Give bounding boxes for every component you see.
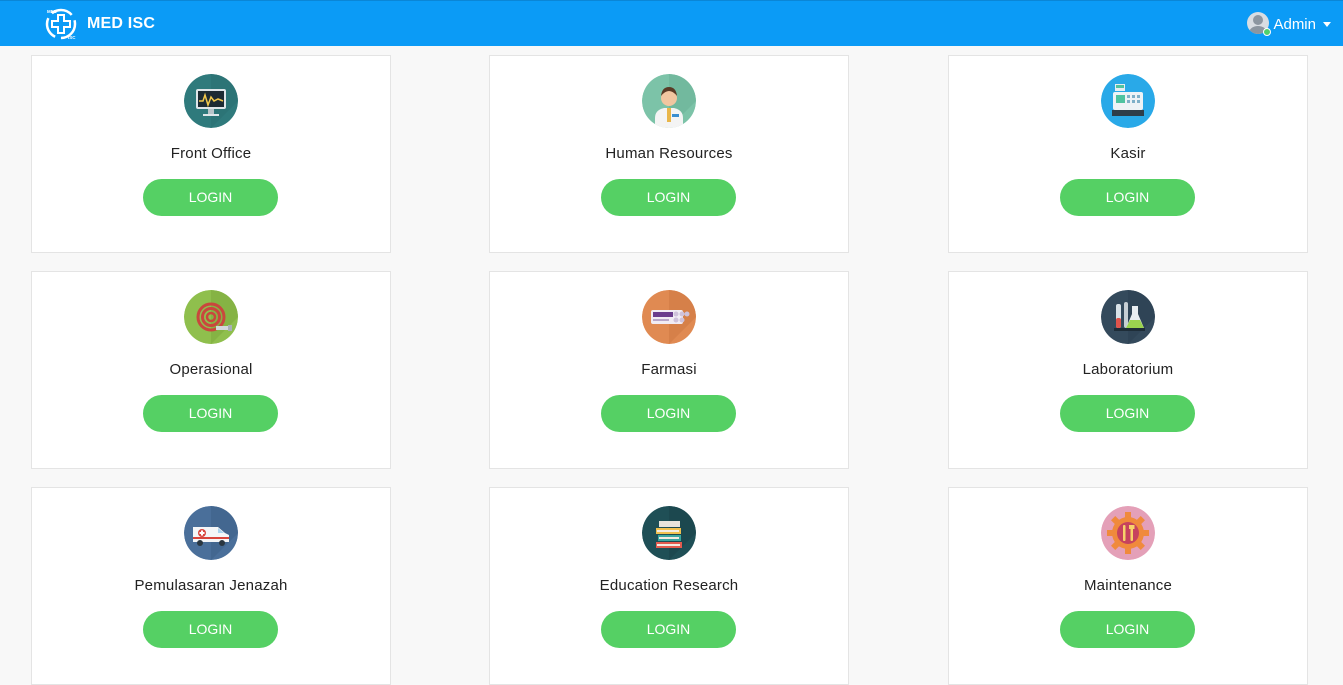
- brand[interactable]: MED ISC MED ISC: [44, 7, 155, 41]
- module-card-front-office: Front Office LOGIN: [31, 55, 391, 253]
- module-title: Education Research: [599, 577, 739, 594]
- module-card-human-resources: Human Resources LOGIN: [489, 55, 849, 253]
- module-title: Maintenance: [1083, 577, 1173, 594]
- maintenance-login-button[interactable]: LOGIN: [1060, 611, 1195, 648]
- lab-flask-icon: [1101, 290, 1155, 344]
- logo-text-bottom: ISC: [68, 35, 76, 40]
- pemulasaran-jenazah-login-button[interactable]: LOGIN: [143, 611, 278, 648]
- farmasi-login-button[interactable]: LOGIN: [601, 395, 736, 432]
- module-title: Kasir: [1110, 145, 1146, 162]
- ambulance-icon: [184, 506, 238, 560]
- laboratorium-login-button[interactable]: LOGIN: [1060, 395, 1195, 432]
- monitor-icon: [184, 74, 238, 128]
- module-card-pemulasaran-jenazah: Pemulasaran Jenazah LOGIN: [31, 487, 391, 685]
- module-card-kasir: Kasir LOGIN: [948, 55, 1308, 253]
- logo-text-top: MED: [47, 9, 58, 14]
- pill-strip-icon: [642, 290, 696, 344]
- module-title: Human Resources: [605, 145, 733, 162]
- module-title: Farmasi: [641, 361, 697, 378]
- module-card-education-research: Education Research LOGIN: [489, 487, 849, 685]
- module-card-maintenance: Maintenance LOGIN: [948, 487, 1308, 685]
- chevron-down-icon: [1323, 21, 1331, 27]
- books-icon: [642, 506, 696, 560]
- module-title: Front Office: [170, 145, 252, 162]
- operasional-login-button[interactable]: LOGIN: [143, 395, 278, 432]
- module-card-operasional: Operasional LOGIN: [31, 271, 391, 469]
- user-name: Admin: [1273, 15, 1316, 33]
- human-resources-login-button[interactable]: LOGIN: [601, 179, 736, 216]
- online-status-icon: [1263, 28, 1272, 36]
- front-office-login-button[interactable]: LOGIN: [143, 179, 278, 216]
- med-cross-logo-icon: MED ISC: [45, 8, 76, 40]
- kasir-login-button[interactable]: LOGIN: [1060, 179, 1195, 216]
- module-title: Operasional: [169, 361, 253, 378]
- module-title: Pemulasaran Jenazah: [134, 577, 288, 594]
- top-navbar: MED ISC MED ISC Admin: [0, 0, 1343, 46]
- module-title: Laboratorium: [1082, 361, 1174, 378]
- hose-icon: [184, 290, 238, 344]
- doctor-icon: [642, 74, 696, 128]
- user-menu[interactable]: Admin: [1247, 12, 1331, 36]
- avatar-wrapper: [1247, 12, 1272, 36]
- module-card-farmasi: Farmasi LOGIN: [489, 271, 849, 469]
- cash-register-icon: [1101, 74, 1155, 128]
- gear-tools-icon: [1101, 506, 1155, 560]
- module-card-laboratorium: Laboratorium LOGIN: [948, 271, 1308, 469]
- brand-name: MED ISC: [87, 15, 156, 32]
- education-research-login-button[interactable]: LOGIN: [601, 611, 736, 648]
